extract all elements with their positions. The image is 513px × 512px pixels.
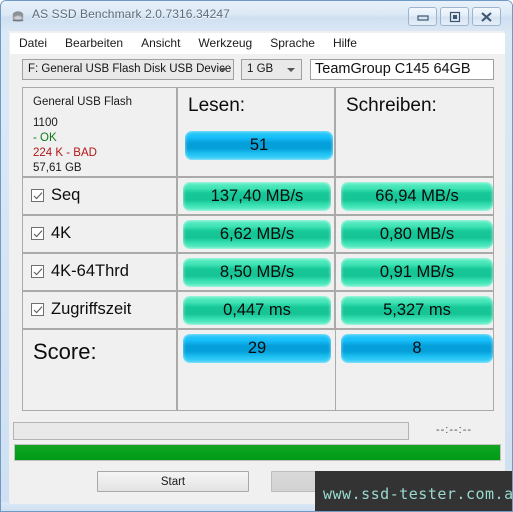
score-bar-write: 8 bbox=[341, 334, 493, 363]
test-name-4k: 4K bbox=[51, 224, 72, 242]
drive-status-ok: - OK bbox=[33, 132, 57, 144]
result-bar-4k-64thrd-write: 0,91 MB/s bbox=[341, 258, 493, 287]
drive-select[interactable]: F: General USB Flash Disk USB Device bbox=[22, 59, 234, 80]
read-column-label: Lesen: bbox=[188, 95, 246, 116]
drive-info-panel: General USB Flash 1100 - OK 224 K - BAD … bbox=[22, 87, 177, 177]
app-window: AS SSD Benchmark 2.0.7316.34247 Datei Be… bbox=[0, 0, 513, 512]
test-row-4k-write: 0,80 MB/s bbox=[335, 215, 494, 253]
drive-capacity: 57,61 GB bbox=[33, 162, 82, 174]
menu-item-ansicht[interactable]: Ansicht bbox=[132, 33, 189, 54]
window-title: AS SSD Benchmark 2.0.7316.34247 bbox=[32, 7, 230, 21]
result-bar-seq-read: 137,40 MB/s bbox=[183, 182, 331, 211]
close-icon[interactable] bbox=[472, 7, 501, 26]
test-row-4k64thrd-write: 0,91 MB/s bbox=[335, 253, 494, 291]
minimize-icon[interactable] bbox=[408, 7, 437, 26]
result-bar-4k-64thrd-read: 8,50 MB/s bbox=[183, 258, 331, 287]
drive-firmware: 1100 bbox=[33, 117, 58, 129]
test-row-seq-read: 137,40 MB/s bbox=[177, 177, 335, 215]
title-bar[interactable]: AS SSD Benchmark 2.0.7316.34247 bbox=[1, 1, 512, 31]
hdd-icon bbox=[10, 8, 26, 24]
device-name-field[interactable]: TeamGroup C145 64GB bbox=[310, 59, 494, 80]
test-name-zugriffszeit: Zugriffszeit bbox=[51, 300, 132, 318]
score-read-cell: 29 bbox=[177, 329, 335, 411]
test-size-select[interactable]: 1 GB bbox=[241, 59, 302, 80]
window-frame-left bbox=[1, 1, 9, 511]
drive-status-bad: 224 K - BAD bbox=[33, 147, 97, 159]
test-row-zugriffszeit-label[interactable]: Zugriffszeit bbox=[22, 291, 177, 329]
test-row-4k-label[interactable]: 4K bbox=[22, 215, 177, 253]
score-bar-read: 29 bbox=[183, 334, 331, 363]
test-name-4k-64thrd: 4K-64Thrd bbox=[51, 262, 129, 280]
test-row-seq-label[interactable]: Seq bbox=[22, 177, 177, 215]
test-row-4k-read: 6,62 MB/s bbox=[177, 215, 335, 253]
result-bar-zugriffszeit-write: 5,327 ms bbox=[341, 296, 493, 325]
menu-item-hilfe[interactable]: Hilfe bbox=[324, 33, 366, 54]
watermark-text: www.ssd-tester.com.au bbox=[323, 485, 513, 503]
menu-bar: Datei Bearbeiten Ansicht Werkzeug Sprach… bbox=[10, 33, 505, 54]
results-grid: General USB Flash 1100 - OK 224 K - BAD … bbox=[22, 87, 494, 417]
test-size-value: 1 GB bbox=[247, 63, 274, 75]
selector-row: F: General USB Flash Disk USB Device 1 G… bbox=[22, 59, 494, 82]
checkbox-seq[interactable] bbox=[31, 189, 44, 202]
score-bar-total: 51 bbox=[185, 131, 333, 160]
checkbox-4k-64thrd[interactable] bbox=[31, 265, 44, 278]
test-row-zugriffszeit-read: 0,447 ms bbox=[177, 291, 335, 329]
write-column-label: Schreiben: bbox=[346, 95, 437, 116]
checkbox-zugriffszeit[interactable] bbox=[31, 303, 44, 316]
device-name-value: TeamGroup C145 64GB bbox=[315, 61, 471, 77]
test-row-4k64thrd-read: 8,50 MB/s bbox=[177, 253, 335, 291]
drive-select-value: F: General USB Flash Disk USB Device bbox=[28, 63, 232, 75]
menu-item-bearbeiten[interactable]: Bearbeiten bbox=[56, 33, 132, 54]
start-button[interactable]: Start bbox=[97, 471, 249, 492]
window-frame-right bbox=[504, 1, 512, 511]
test-row-seq-write: 66,94 MB/s bbox=[335, 177, 494, 215]
elapsed-time: --:--:-- bbox=[435, 424, 473, 436]
result-bar-4k-write: 0,80 MB/s bbox=[341, 220, 493, 249]
write-column-header: Schreiben: bbox=[335, 87, 494, 177]
test-row-zugriffszeit-write: 5,327 ms bbox=[335, 291, 494, 329]
score-label: Score: bbox=[33, 339, 97, 364]
status-message-field bbox=[13, 422, 409, 440]
drive-model: General USB Flash bbox=[33, 96, 133, 108]
watermark-overlay: www.ssd-tester.com.au bbox=[315, 471, 513, 511]
menu-item-werkzeug[interactable]: Werkzeug bbox=[189, 33, 261, 54]
client-area: F: General USB Flash Disk USB Device 1 G… bbox=[10, 54, 505, 504]
menu-item-datei[interactable]: Datei bbox=[10, 33, 56, 54]
menu-item-sprache[interactable]: Sprache bbox=[261, 33, 324, 54]
test-row-4k64thrd-label[interactable]: 4K-64Thrd bbox=[22, 253, 177, 291]
progress-bar-fill bbox=[15, 445, 500, 460]
result-bar-4k-read: 6,62 MB/s bbox=[183, 220, 331, 249]
result-bar-seq-write: 66,94 MB/s bbox=[341, 182, 493, 211]
maximize-icon[interactable] bbox=[440, 7, 469, 26]
progress-bar bbox=[14, 444, 501, 461]
test-name-seq: Seq bbox=[51, 186, 81, 204]
chevron-down-icon bbox=[287, 68, 295, 72]
score-label-cell: Score: bbox=[22, 329, 177, 411]
chevron-down-icon bbox=[219, 68, 227, 72]
result-bar-zugriffszeit-read: 0,447 ms bbox=[183, 296, 331, 325]
score-write-cell: 8 bbox=[335, 329, 494, 411]
checkbox-4k[interactable] bbox=[31, 227, 44, 240]
